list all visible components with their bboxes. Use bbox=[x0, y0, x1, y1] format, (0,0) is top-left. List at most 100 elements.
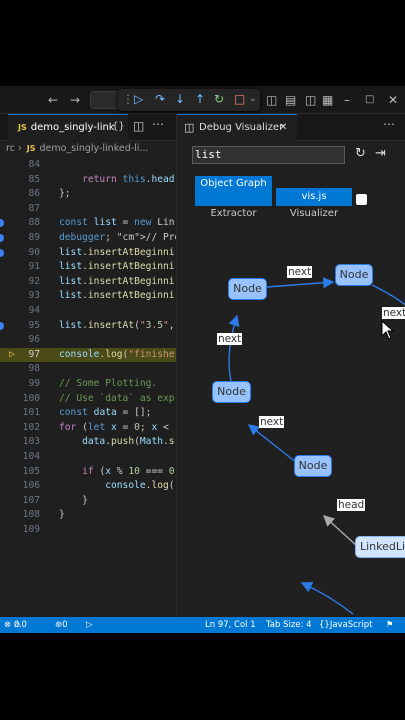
code-line[interactable]: 93 list.insertAtBeginni bbox=[0, 289, 176, 304]
line-number[interactable]: 98 bbox=[18, 362, 40, 377]
line-number[interactable]: 109 bbox=[18, 523, 40, 538]
code-line[interactable]: 104 bbox=[0, 450, 176, 465]
close-icon[interactable]: ✕ bbox=[388, 92, 398, 108]
arrow-right-icon[interactable]: → bbox=[70, 92, 80, 108]
extractor-button[interactable]: Object Graph bbox=[195, 176, 272, 206]
graph-node[interactable]: Node bbox=[335, 264, 373, 286]
code-line[interactable]: 89 debugger; "cm">// Press F bbox=[0, 231, 176, 246]
code-line[interactable]: 100 // Use `data` as exp bbox=[0, 392, 176, 407]
code-line[interactable]: 85 return this.head bbox=[0, 173, 176, 188]
breakpoint-marker[interactable] bbox=[0, 234, 4, 242]
line-number[interactable]: 108 bbox=[18, 508, 40, 523]
language-mode[interactable]: {} JavaScript bbox=[319, 617, 372, 633]
code-line[interactable]: 90 list.insertAtBeginni bbox=[0, 246, 176, 261]
breakpoint-marker[interactable] bbox=[0, 248, 4, 257]
cursor-position[interactable]: Ln 97, Col 1 bbox=[205, 617, 256, 633]
line-number[interactable]: 105 bbox=[18, 465, 40, 480]
code-line[interactable]: 105 if (x % 10 === 0 bbox=[0, 465, 176, 480]
line-number[interactable]: 84 bbox=[18, 158, 40, 173]
close-tab-icon[interactable]: ✕ bbox=[279, 115, 287, 141]
line-number[interactable]: 104 bbox=[18, 450, 40, 465]
refresh-icon[interactable]: ↻ bbox=[355, 146, 366, 161]
split-editor-icon[interactable]: ◫ bbox=[133, 119, 144, 133]
code-line[interactable]: 92 list.insertAtBeginni bbox=[0, 275, 176, 290]
layout-panel-icon[interactable]: ▤ bbox=[285, 92, 296, 108]
tab-size[interactable]: Tab Size: 4 bbox=[266, 617, 312, 633]
code-line[interactable]: 88 const list = new Lin bbox=[0, 216, 176, 231]
tab-debug-visualizer[interactable]: ◫ Debug Visualizer ✕ bbox=[177, 114, 297, 141]
code-line[interactable]: 97 console.log("finishe ▷ bbox=[0, 347, 176, 363]
arrow-left-icon[interactable]: ← bbox=[48, 92, 58, 108]
breadcrumb-folder[interactable]: rc bbox=[6, 143, 15, 154]
line-number[interactable]: 90 bbox=[18, 246, 40, 261]
split-braces-icon[interactable]: {} bbox=[112, 121, 125, 132]
more-actions-icon[interactable]: ⋯ bbox=[152, 117, 164, 131]
notifications-icon[interactable]: ⚑ bbox=[386, 617, 394, 633]
graph-root-node[interactable]: LinkedLi bbox=[355, 536, 405, 558]
layout-sidebar-icon[interactable]: ◫ bbox=[266, 92, 277, 108]
chevron-down-icon[interactable]: ⌄ bbox=[249, 94, 257, 104]
customize-layout-icon[interactable]: ▦ bbox=[322, 92, 333, 108]
command-center[interactable] bbox=[90, 91, 120, 109]
errors-status[interactable]: ⊗ 0 ⚠ 0 bbox=[4, 617, 27, 633]
breakpoint-marker[interactable] bbox=[0, 219, 4, 228]
stop-icon[interactable]: □ bbox=[234, 92, 245, 106]
line-number[interactable]: 107 bbox=[18, 494, 40, 509]
maximize-icon[interactable]: □ bbox=[365, 92, 374, 108]
line-number[interactable]: 93 bbox=[18, 289, 40, 304]
code-line[interactable]: 108} bbox=[0, 508, 176, 523]
code-line[interactable]: 87 bbox=[0, 202, 176, 217]
code-line[interactable]: 84 bbox=[0, 158, 176, 173]
line-number[interactable]: 97 bbox=[18, 348, 40, 363]
continue-icon[interactable]: ▷ bbox=[134, 92, 143, 106]
more-actions-icon[interactable]: ⋯ bbox=[383, 117, 395, 131]
graph-node[interactable]: Node bbox=[294, 455, 332, 477]
line-number[interactable]: 92 bbox=[18, 275, 40, 290]
line-number[interactable]: 102 bbox=[18, 421, 40, 436]
line-number[interactable]: 96 bbox=[18, 333, 40, 348]
code-line[interactable]: 91 list.insertAtBeginni bbox=[0, 260, 176, 275]
line-number[interactable]: 103 bbox=[18, 435, 40, 450]
expression-input[interactable]: list bbox=[192, 146, 345, 164]
step-out-icon[interactable]: ↑ bbox=[195, 92, 205, 106]
object-graph-canvas[interactable]: Node Node Node Node LinkedLi next next n… bbox=[177, 219, 405, 617]
line-number[interactable]: 99 bbox=[18, 377, 40, 392]
code-line[interactable]: 95 list.insertAt("3.5", bbox=[0, 319, 176, 334]
pop-out-icon[interactable]: ⇥ bbox=[375, 146, 386, 161]
code-line[interactable]: 102 for (let x = 0; x < bbox=[0, 421, 176, 436]
code-line[interactable]: 98 bbox=[0, 362, 176, 377]
line-number[interactable]: 85 bbox=[18, 173, 40, 188]
editor-tab[interactable]: JS demo_singly-link bbox=[8, 114, 128, 141]
line-number[interactable]: 86 bbox=[18, 187, 40, 202]
line-number[interactable]: 101 bbox=[18, 406, 40, 421]
code-line[interactable]: 96 bbox=[0, 333, 176, 348]
line-number[interactable]: 100 bbox=[18, 392, 40, 407]
code-line[interactable]: 101 const data = []; bbox=[0, 406, 176, 421]
ports-status[interactable]: ⊛ 0 bbox=[55, 617, 68, 633]
minimize-icon[interactable]: – bbox=[344, 92, 350, 108]
debug-status-icon[interactable]: ▷ bbox=[86, 617, 93, 633]
code-line[interactable]: 107 } bbox=[0, 494, 176, 509]
line-number[interactable]: 94 bbox=[18, 304, 40, 319]
code-area[interactable]: 84 85 return this.head 86}; 87 88 const list … bbox=[0, 158, 176, 558]
graph-node[interactable]: Node bbox=[212, 381, 251, 403]
code-line[interactable]: 94 bbox=[0, 304, 176, 319]
line-number[interactable]: 91 bbox=[18, 260, 40, 275]
restart-icon[interactable]: ↻ bbox=[214, 92, 224, 106]
breakpoint-marker[interactable] bbox=[0, 321, 4, 330]
line-number[interactable]: 87 bbox=[18, 202, 40, 217]
code-line[interactable]: 109 bbox=[0, 523, 176, 538]
code-line[interactable]: 99 // Some Plotting. bbox=[0, 377, 176, 392]
graph-node[interactable]: Node bbox=[228, 278, 267, 300]
visualizer-button[interactable]: vis.js bbox=[276, 188, 352, 206]
code-line[interactable]: 106 console.log( bbox=[0, 479, 176, 494]
line-number[interactable]: 95 bbox=[18, 319, 40, 334]
step-over-icon[interactable]: ↷ bbox=[155, 92, 165, 106]
step-into-icon[interactable]: ↓ bbox=[175, 92, 185, 106]
layout-secondary-icon[interactable]: ◫ bbox=[305, 92, 316, 108]
code-line[interactable]: 103 data.push(Math.s bbox=[0, 435, 176, 450]
options-checkbox[interactable] bbox=[356, 194, 367, 205]
drag-handle-icon[interactable]: ⋮ bbox=[122, 92, 134, 106]
line-number[interactable]: 106 bbox=[18, 479, 40, 494]
line-number[interactable]: 89 bbox=[18, 231, 40, 246]
